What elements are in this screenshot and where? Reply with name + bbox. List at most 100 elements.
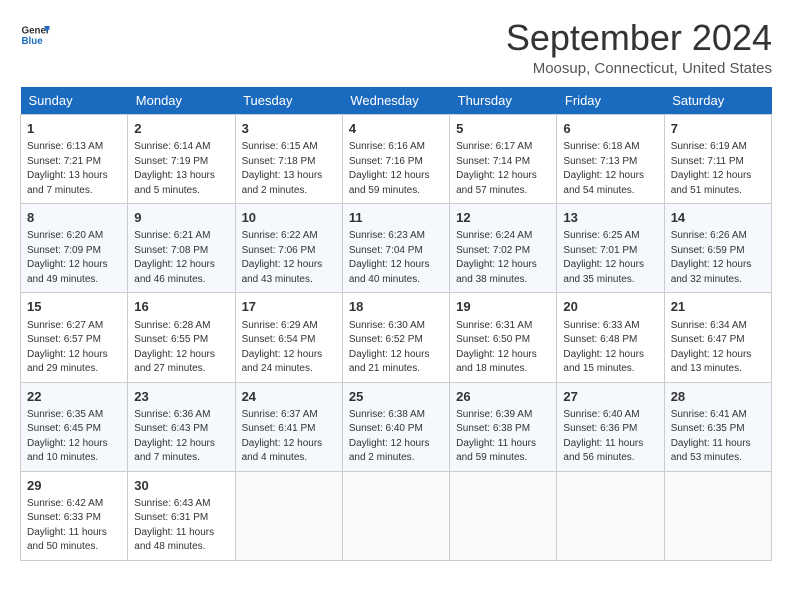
calendar-table: SundayMondayTuesdayWednesdayThursdayFrid… <box>20 87 772 561</box>
day-number: 21 <box>671 298 765 316</box>
day-cell <box>342 471 449 560</box>
day-number: 9 <box>134 209 228 227</box>
day-cell: 18 Sunrise: 6:30 AM Sunset: 6:52 PM Dayli… <box>342 293 449 382</box>
day-info: Sunrise: 6:29 AM Sunset: 6:54 PM Dayligh… <box>242 319 336 377</box>
day-info: Sunrise: 6:40 AM Sunset: 6:36 PM Dayligh… <box>563 408 657 466</box>
col-header-friday: Friday <box>557 87 664 115</box>
day-cell: 6 Sunrise: 6:18 AM Sunset: 7:13 PM Daylig… <box>557 115 664 204</box>
day-number: 5 <box>456 120 550 138</box>
col-header-sunday: Sunday <box>21 87 128 115</box>
day-info: Sunrise: 6:30 AM Sunset: 6:52 PM Dayligh… <box>349 319 443 377</box>
month-title: September 2024 <box>506 20 772 56</box>
day-number: 2 <box>134 120 228 138</box>
day-cell: 22 Sunrise: 6:35 AM Sunset: 6:45 PM Dayli… <box>21 382 128 471</box>
day-cell <box>664 471 771 560</box>
day-info: Sunrise: 6:20 AM Sunset: 7:09 PM Dayligh… <box>27 229 121 287</box>
week-row-3: 15 Sunrise: 6:27 AM Sunset: 6:57 PM Dayli… <box>21 293 772 382</box>
day-number: 17 <box>242 298 336 316</box>
day-cell: 11 Sunrise: 6:23 AM Sunset: 7:04 PM Dayli… <box>342 204 449 293</box>
day-info: Sunrise: 6:37 AM Sunset: 6:41 PM Dayligh… <box>242 408 336 466</box>
week-row-1: 1 Sunrise: 6:13 AM Sunset: 7:21 PM Daylig… <box>21 115 772 204</box>
day-number: 16 <box>134 298 228 316</box>
day-cell: 14 Sunrise: 6:26 AM Sunset: 6:59 PM Dayli… <box>664 204 771 293</box>
logo-icon: General Blue <box>20 20 50 50</box>
day-info: Sunrise: 6:35 AM Sunset: 6:45 PM Dayligh… <box>27 408 121 466</box>
day-cell: 9 Sunrise: 6:21 AM Sunset: 7:08 PM Daylig… <box>128 204 235 293</box>
day-number: 23 <box>134 388 228 406</box>
day-info: Sunrise: 6:23 AM Sunset: 7:04 PM Dayligh… <box>349 229 443 287</box>
day-number: 26 <box>456 388 550 406</box>
col-header-monday: Monday <box>128 87 235 115</box>
day-info: Sunrise: 6:21 AM Sunset: 7:08 PM Dayligh… <box>134 229 228 287</box>
day-number: 28 <box>671 388 765 406</box>
day-number: 3 <box>242 120 336 138</box>
day-info: Sunrise: 6:18 AM Sunset: 7:13 PM Dayligh… <box>563 140 657 198</box>
day-cell: 10 Sunrise: 6:22 AM Sunset: 7:06 PM Dayli… <box>235 204 342 293</box>
day-info: Sunrise: 6:19 AM Sunset: 7:11 PM Dayligh… <box>671 140 765 198</box>
col-header-saturday: Saturday <box>664 87 771 115</box>
day-cell: 21 Sunrise: 6:34 AM Sunset: 6:47 PM Dayli… <box>664 293 771 382</box>
col-header-thursday: Thursday <box>450 87 557 115</box>
day-number: 30 <box>134 477 228 495</box>
day-number: 25 <box>349 388 443 406</box>
day-info: Sunrise: 6:33 AM Sunset: 6:48 PM Dayligh… <box>563 319 657 377</box>
day-cell: 7 Sunrise: 6:19 AM Sunset: 7:11 PM Daylig… <box>664 115 771 204</box>
day-cell: 27 Sunrise: 6:40 AM Sunset: 6:36 PM Dayli… <box>557 382 664 471</box>
col-header-wednesday: Wednesday <box>342 87 449 115</box>
day-info: Sunrise: 6:16 AM Sunset: 7:16 PM Dayligh… <box>349 140 443 198</box>
day-info: Sunrise: 6:15 AM Sunset: 7:18 PM Dayligh… <box>242 140 336 198</box>
day-info: Sunrise: 6:34 AM Sunset: 6:47 PM Dayligh… <box>671 319 765 377</box>
day-cell: 19Sunrise: 6:31 AM Sunset: 6:50 PM Dayli… <box>450 293 557 382</box>
day-cell: 28 Sunrise: 6:41 AM Sunset: 6:35 PM Dayli… <box>664 382 771 471</box>
day-number: 18 <box>349 298 443 316</box>
day-cell: 8Sunrise: 6:20 AM Sunset: 7:09 PM Daylig… <box>21 204 128 293</box>
day-info: Sunrise: 6:41 AM Sunset: 6:35 PM Dayligh… <box>671 408 765 466</box>
day-cell: 23 Sunrise: 6:36 AM Sunset: 6:43 PM Dayli… <box>128 382 235 471</box>
title-area: September 2024 Moosup, Connecticut, Unit… <box>506 20 772 77</box>
day-cell: 4Sunrise: 6:16 AM Sunset: 7:16 PM Daylig… <box>342 115 449 204</box>
day-number: 22 <box>27 388 121 406</box>
day-cell: 2 Sunrise: 6:14 AM Sunset: 7:19 PM Daylig… <box>128 115 235 204</box>
day-info: Sunrise: 6:38 AM Sunset: 6:40 PM Dayligh… <box>349 408 443 466</box>
day-cell <box>450 471 557 560</box>
day-info: Sunrise: 6:39 AM Sunset: 6:38 PM Dayligh… <box>456 408 550 466</box>
day-info: Sunrise: 6:14 AM Sunset: 7:19 PM Dayligh… <box>134 140 228 198</box>
day-info: Sunrise: 6:28 AM Sunset: 6:55 PM Dayligh… <box>134 319 228 377</box>
day-number: 6 <box>563 120 657 138</box>
day-number: 29 <box>27 477 121 495</box>
day-info: Sunrise: 6:26 AM Sunset: 6:59 PM Dayligh… <box>671 229 765 287</box>
day-number: 15 <box>27 298 121 316</box>
day-cell: 13Sunrise: 6:25 AM Sunset: 7:01 PM Dayli… <box>557 204 664 293</box>
day-cell <box>557 471 664 560</box>
logo: General Blue <box>20 20 50 50</box>
location: Moosup, Connecticut, United States <box>506 60 772 77</box>
day-number: 1 <box>27 120 121 138</box>
day-info: Sunrise: 6:43 AM Sunset: 6:31 PM Dayligh… <box>134 497 228 555</box>
day-number: 11 <box>349 209 443 227</box>
day-info: Sunrise: 6:22 AM Sunset: 7:06 PM Dayligh… <box>242 229 336 287</box>
day-number: 27 <box>563 388 657 406</box>
day-number: 13 <box>563 209 657 227</box>
day-cell: 25 Sunrise: 6:38 AM Sunset: 6:40 PM Dayli… <box>342 382 449 471</box>
week-row-4: 22 Sunrise: 6:35 AM Sunset: 6:45 PM Dayli… <box>21 382 772 471</box>
day-info: Sunrise: 6:17 AM Sunset: 7:14 PM Dayligh… <box>456 140 550 198</box>
day-info: Sunrise: 6:13 AM Sunset: 7:21 PM Dayligh… <box>27 140 121 198</box>
day-cell: 16 Sunrise: 6:28 AM Sunset: 6:55 PM Dayli… <box>128 293 235 382</box>
day-info: Sunrise: 6:36 AM Sunset: 6:43 PM Dayligh… <box>134 408 228 466</box>
page-header: General Blue September 2024 Moosup, Conn… <box>20 20 772 77</box>
day-number: 10 <box>242 209 336 227</box>
day-info: Sunrise: 6:24 AM Sunset: 7:02 PM Dayligh… <box>456 229 550 287</box>
day-cell: 17 Sunrise: 6:29 AM Sunset: 6:54 PM Dayli… <box>235 293 342 382</box>
day-cell: 30 Sunrise: 6:43 AM Sunset: 6:31 PM Dayli… <box>128 471 235 560</box>
svg-text:Blue: Blue <box>22 36 44 47</box>
day-cell: 3 Sunrise: 6:15 AM Sunset: 7:18 PM Daylig… <box>235 115 342 204</box>
day-cell: 20Sunrise: 6:33 AM Sunset: 6:48 PM Dayli… <box>557 293 664 382</box>
day-number: 19 <box>456 298 550 316</box>
day-cell: 5 Sunrise: 6:17 AM Sunset: 7:14 PM Daylig… <box>450 115 557 204</box>
day-cell: 26 Sunrise: 6:39 AM Sunset: 6:38 PM Dayli… <box>450 382 557 471</box>
day-number: 12 <box>456 209 550 227</box>
day-number: 14 <box>671 209 765 227</box>
day-number: 7 <box>671 120 765 138</box>
col-header-tuesday: Tuesday <box>235 87 342 115</box>
day-info: Sunrise: 6:27 AM Sunset: 6:57 PM Dayligh… <box>27 319 121 377</box>
